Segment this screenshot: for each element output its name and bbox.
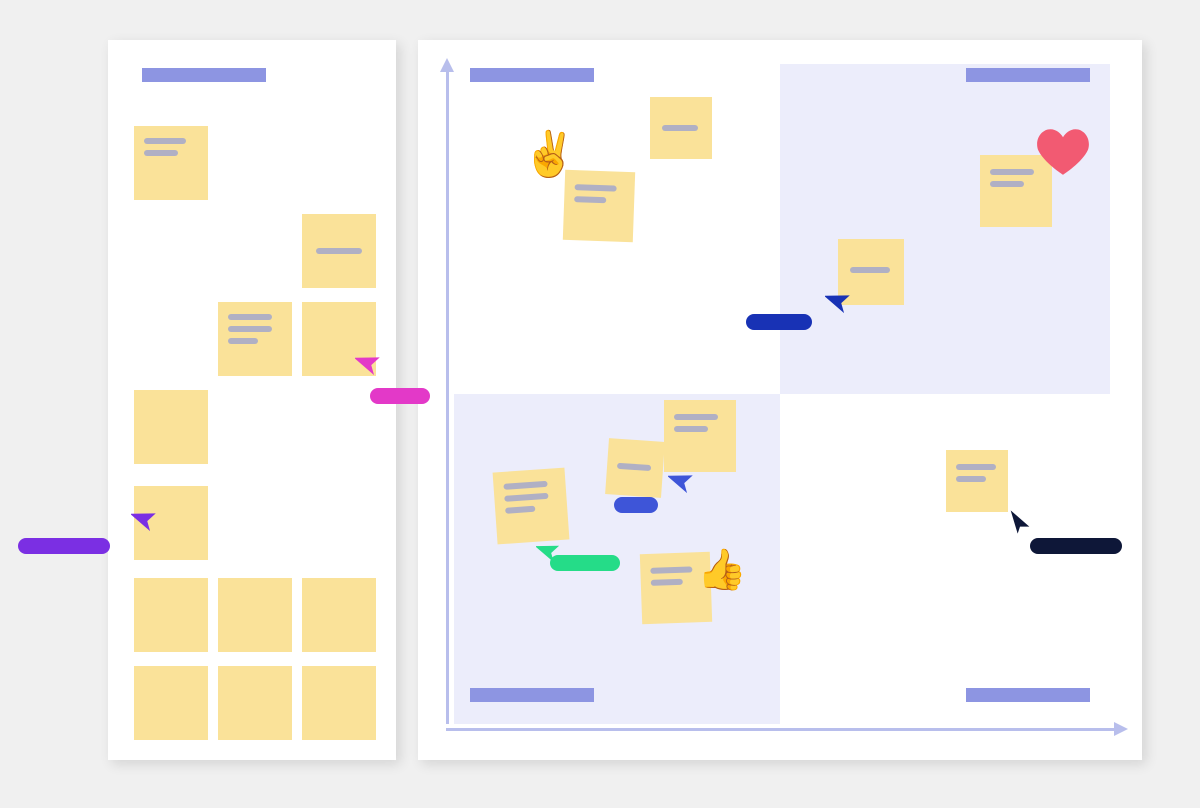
cursor-purple <box>131 504 161 534</box>
cursor-magenta <box>355 348 385 378</box>
sidebar-sticky[interactable] <box>134 390 208 464</box>
quadrant-tr-header <box>966 68 1090 82</box>
canvas-sticky[interactable] <box>563 170 635 242</box>
sidebar-sticky[interactable] <box>218 578 292 652</box>
y-axis <box>446 64 449 724</box>
canvas-sticky[interactable] <box>946 450 1008 512</box>
sidebar-sticky[interactable] <box>218 302 292 376</box>
canvas-sticky[interactable] <box>650 97 712 159</box>
quadrant-br-header <box>966 688 1090 702</box>
sidebar-sticky[interactable] <box>302 666 376 740</box>
sidebar-panel <box>108 40 396 760</box>
cursor-label-purple <box>18 538 110 554</box>
canvas-sticky[interactable] <box>605 438 665 498</box>
quadrant-top-right <box>780 64 1110 394</box>
quadrant-tl-header <box>470 68 594 82</box>
heart-icon <box>1035 127 1091 177</box>
y-axis-arrow <box>440 58 454 72</box>
cursor-label-royal <box>746 314 812 330</box>
cursor-green <box>536 537 564 565</box>
sidebar-sticky[interactable] <box>134 126 208 200</box>
sidebar-sticky[interactable] <box>134 666 208 740</box>
sidebar-sticky[interactable] <box>302 214 376 288</box>
cursor-label-magenta <box>370 388 430 404</box>
victory-hand-icon: ✌️ <box>522 128 577 180</box>
x-axis <box>446 728 1114 731</box>
sidebar-sticky[interactable] <box>218 666 292 740</box>
canvas-sticky[interactable] <box>664 400 736 472</box>
thumbs-up-icon: 👍 <box>697 546 747 593</box>
cursor-royal <box>825 286 855 316</box>
canvas-sticky[interactable] <box>493 468 570 545</box>
cursor-blue <box>668 466 698 496</box>
cursor-navy <box>1006 508 1034 536</box>
cursor-label-navy <box>1030 538 1122 554</box>
sidebar-sticky[interactable] <box>134 578 208 652</box>
sidebar-header-bar <box>142 68 266 82</box>
sidebar-sticky[interactable] <box>302 578 376 652</box>
cursor-label-blue <box>614 497 658 513</box>
x-axis-arrow <box>1114 722 1128 736</box>
quadrant-bl-header <box>470 688 594 702</box>
